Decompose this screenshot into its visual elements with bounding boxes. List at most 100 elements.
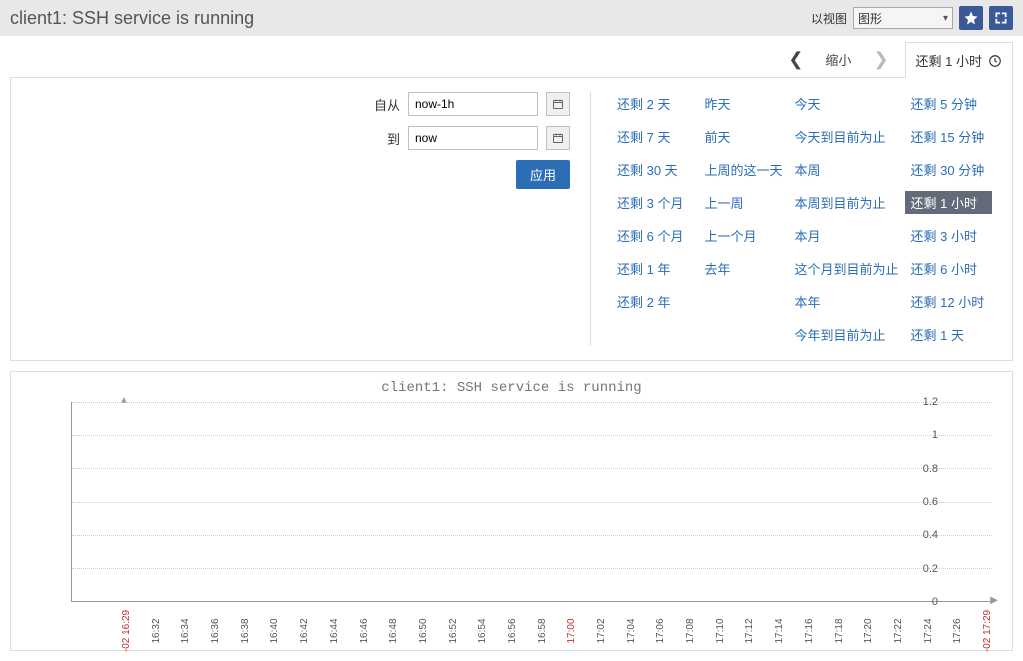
to-label: 到: [387, 129, 400, 148]
x-tick-label: 16:54: [477, 618, 488, 643]
preset-link[interactable]: 还剩 1 小时: [905, 191, 992, 214]
preset-link[interactable]: 还剩 6 个月: [611, 224, 698, 247]
x-tick-label: 17:26: [952, 618, 963, 643]
x-tick-label: 17:00: [566, 618, 577, 643]
preset-link[interactable]: 还剩 2 年: [611, 290, 698, 313]
preset-col-3: 今天今天到目前为止本周本周到目前为止本月这个月到目前为止本年今年到目前为止: [789, 92, 905, 346]
custom-range-form: 自从 到 应用: [31, 92, 591, 346]
preset-link[interactable]: 本月: [789, 224, 905, 247]
time-picker-panel: 自从 到 应用 还剩 2 天还剩 7 天还剩 30 天还剩 3 个月还剩 6 个…: [10, 77, 1013, 361]
preset-link[interactable]: 上一个月: [698, 224, 788, 247]
preset-link[interactable]: 这个月到目前为止: [789, 257, 905, 280]
x-tick-label: 16:38: [240, 618, 251, 643]
header-bar: client1: SSH service is running 以视图 图形 ▾: [0, 0, 1023, 36]
preset-link[interactable]: 还剩 1 天: [905, 323, 992, 346]
x-tick-label: 17:04: [626, 618, 637, 643]
preset-link[interactable]: 本周: [789, 158, 905, 181]
to-row: 到: [31, 126, 570, 150]
from-label: 自从: [374, 95, 400, 114]
y-tick-label: 0.4: [923, 529, 938, 541]
header-controls: 以视图 图形 ▾: [811, 6, 1013, 30]
x-tick-label: 16:32: [151, 618, 162, 643]
x-tick-label: 17:22: [893, 618, 904, 643]
x-tick-label: 17:06: [655, 618, 666, 643]
apply-button[interactable]: 应用: [516, 160, 570, 189]
preset-link[interactable]: 还剩 2 天: [611, 92, 698, 115]
prev-arrow[interactable]: ❮: [782, 45, 809, 74]
preset-link[interactable]: 还剩 1 年: [611, 257, 698, 280]
calendar-icon: [552, 132, 564, 144]
next-arrow[interactable]: ❯: [867, 45, 894, 74]
chevron-down-icon: ▾: [943, 13, 948, 24]
clock-icon: [988, 54, 1002, 68]
preset-link[interactable]: 上周的这一天: [698, 158, 788, 181]
y-tick-label: 1: [932, 429, 938, 441]
x-tick-label: 16:44: [329, 618, 340, 643]
favorite-button[interactable]: [959, 6, 983, 30]
fullscreen-button[interactable]: [989, 6, 1013, 30]
x-tick-label: 17:20: [863, 618, 874, 643]
x-tick-label: 16:36: [210, 618, 221, 643]
x-axis-arrow: ▶: [990, 595, 998, 606]
preset-link[interactable]: 本年: [789, 290, 905, 313]
x-tick-label: 16:40: [269, 618, 280, 643]
apply-row: 应用: [31, 160, 570, 189]
x-tick-label: 17:16: [804, 618, 815, 643]
page-title: client1: SSH service is running: [10, 8, 254, 29]
preset-link[interactable]: 还剩 7 天: [611, 125, 698, 148]
view-select[interactable]: 图形 ▾: [853, 7, 953, 29]
x-tick-label: -02 17:29: [982, 610, 993, 652]
x-tick-label: 16:42: [299, 618, 310, 643]
view-select-value: 图形: [858, 10, 882, 27]
chart-title: client1: SSH service is running: [21, 378, 1002, 400]
preset-link[interactable]: 去年: [698, 257, 788, 280]
x-tick-label: 17:18: [834, 618, 845, 643]
x-tick-label: 16:58: [537, 618, 548, 643]
preset-link[interactable]: 还剩 15 分钟: [905, 125, 992, 148]
preset-link[interactable]: 还剩 6 小时: [905, 257, 992, 280]
time-toolbar: ❮ 缩小 ❯ 还剩 1 小时: [0, 36, 1023, 77]
x-axis: -02 16:2916:3216:3416:3616:3816:4016:421…: [121, 612, 982, 642]
x-tick-label: 16:46: [359, 618, 370, 643]
star-icon: [964, 11, 978, 25]
x-tick-label: 17:24: [923, 618, 934, 643]
to-calendar-button[interactable]: [546, 126, 570, 150]
x-tick-label: 17:02: [596, 618, 607, 643]
x-tick-label: 17:12: [744, 618, 755, 643]
x-tick-label: 17:14: [774, 618, 785, 643]
preset-link[interactable]: 还剩 3 小时: [905, 224, 992, 247]
preset-link[interactable]: 还剩 5 分钟: [905, 92, 992, 115]
preset-link[interactable]: 上一周: [698, 191, 788, 214]
x-tick-label: 16:52: [448, 618, 459, 643]
from-calendar-button[interactable]: [546, 92, 570, 116]
fullscreen-icon: [994, 11, 1008, 25]
x-tick-label: 16:50: [418, 618, 429, 643]
preset-link[interactable]: 今年到目前为止: [789, 323, 905, 346]
x-tick-label: 17:08: [685, 618, 696, 643]
y-tick-label: 0.8: [923, 463, 938, 475]
zoom-out-button[interactable]: 缩小: [819, 46, 857, 73]
preset-link[interactable]: 昨天: [698, 92, 788, 115]
preset-link[interactable]: 前天: [698, 125, 788, 148]
x-tick-label: -02 16:29: [121, 610, 132, 652]
presets: 还剩 2 天还剩 7 天还剩 30 天还剩 3 个月还剩 6 个月还剩 1 年还…: [591, 92, 992, 346]
chart-panel: client1: SSH service is running ▲ ▶ -02 …: [10, 371, 1013, 651]
preset-link[interactable]: 还剩 30 分钟: [905, 158, 992, 181]
preset-link[interactable]: 今天: [789, 92, 905, 115]
time-range-tab[interactable]: 还剩 1 小时: [905, 42, 1013, 78]
chart-area[interactable]: ▲ ▶ -02 16:2916:3216:3416:3616:3816:4016…: [71, 400, 992, 620]
y-tick-label: 1.2: [923, 396, 938, 408]
x-tick-label: 16:56: [507, 618, 518, 643]
preset-link[interactable]: 还剩 30 天: [611, 158, 698, 181]
preset-link[interactable]: 今天到目前为止: [789, 125, 905, 148]
view-label: 以视图: [811, 10, 847, 27]
preset-link[interactable]: 本周到目前为止: [789, 191, 905, 214]
x-tick-label: 17:10: [715, 618, 726, 643]
y-tick-label: 0: [932, 596, 938, 608]
preset-link[interactable]: 还剩 12 小时: [905, 290, 992, 313]
preset-link[interactable]: 还剩 3 个月: [611, 191, 698, 214]
x-tick-label: 16:34: [180, 618, 191, 643]
from-input[interactable]: [408, 92, 538, 116]
from-row: 自从: [31, 92, 570, 116]
to-input[interactable]: [408, 126, 538, 150]
